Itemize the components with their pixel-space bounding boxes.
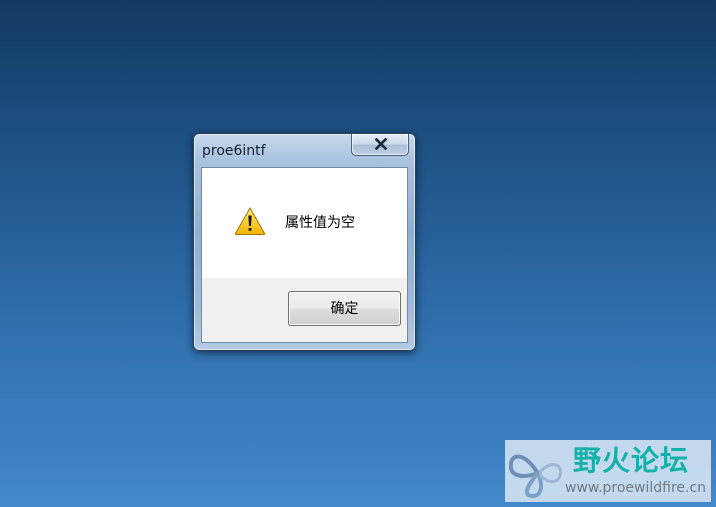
dialog-title: proe6intf <box>202 143 266 159</box>
ok-button[interactable]: 确定 <box>288 291 401 326</box>
watermark-url: www.proewildfire.cn <box>565 480 707 496</box>
warning-icon <box>234 206 266 235</box>
watermark-title: 野火论坛 <box>573 444 690 477</box>
dialog-message: 属性值为空 <box>285 215 355 231</box>
dialog-message-area: 属性值为空 <box>202 168 407 278</box>
butterfly-logo-icon <box>508 454 562 499</box>
close-button[interactable] <box>351 134 409 156</box>
desktop-background: proe6intf 属性值为空 确定 野火论坛 www.proewildfire… <box>0 0 716 507</box>
close-icon <box>375 138 387 150</box>
message-dialog: proe6intf 属性值为空 确定 <box>193 133 416 351</box>
forum-watermark: 野火论坛 www.proewildfire.cn <box>505 440 711 502</box>
dialog-client-area: 属性值为空 确定 <box>201 167 408 343</box>
